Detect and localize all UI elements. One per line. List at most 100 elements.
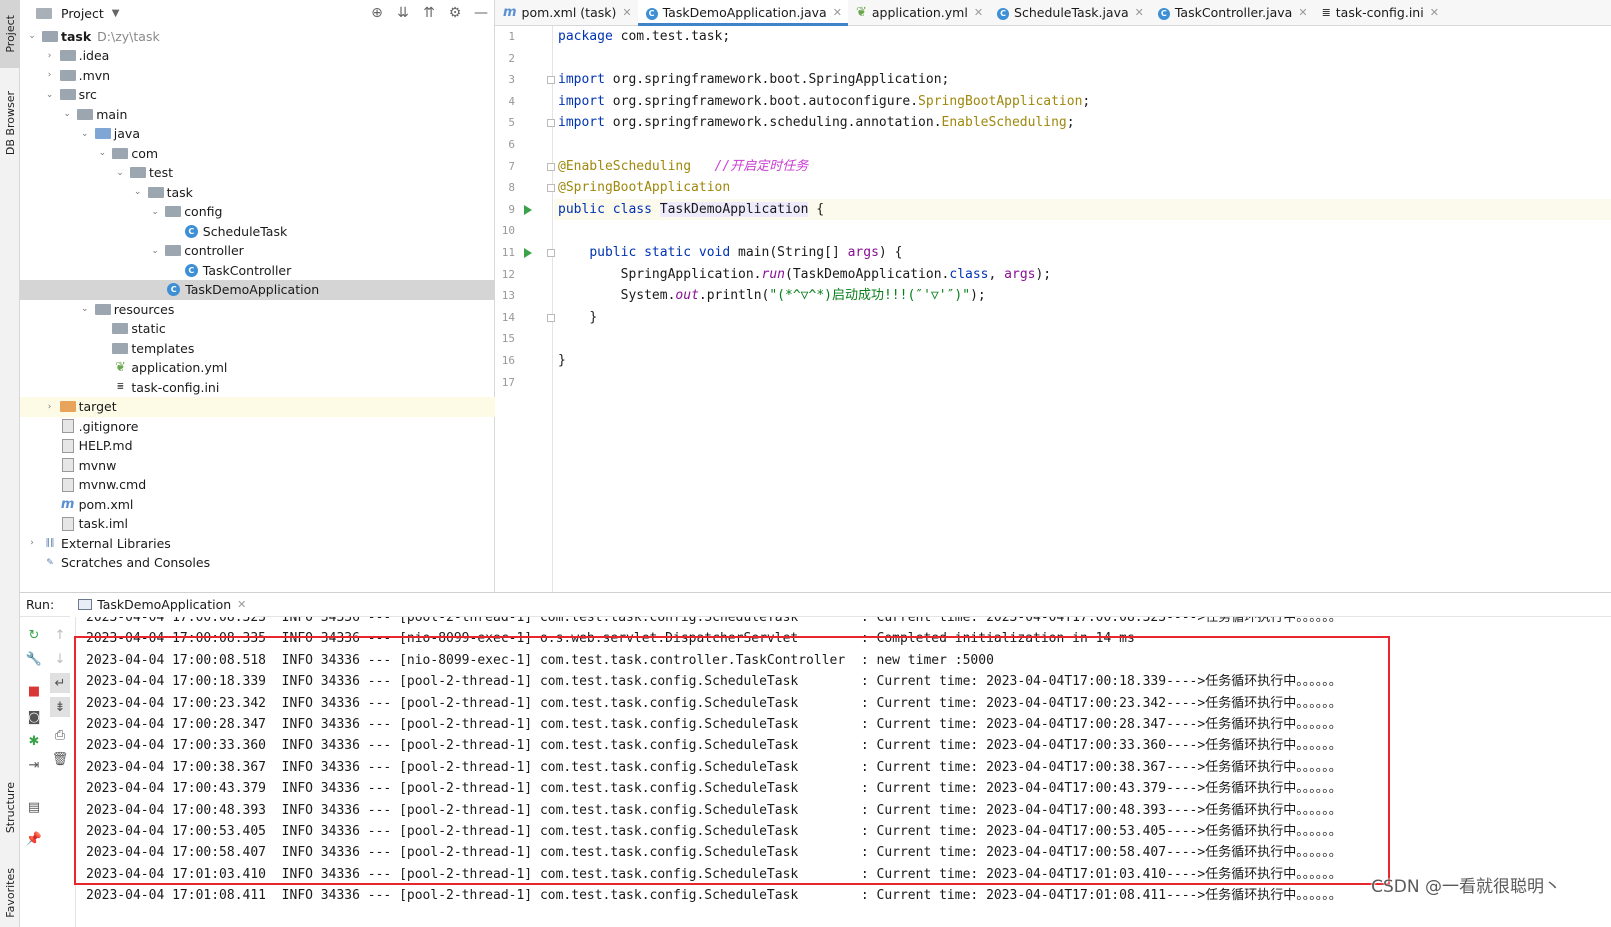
gear-icon[interactable]: ⚙ (442, 5, 468, 21)
chevron-right-icon[interactable]: › (44, 70, 56, 80)
line-number: 14 (501, 310, 515, 324)
editor-tab-label: TaskDemoApplication.java (662, 5, 827, 20)
arrow-up-icon[interactable]: ↑ (50, 625, 70, 645)
structure-tool-window-tab[interactable]: Structure (0, 770, 20, 846)
tree-item[interactable]: › target (20, 396, 495, 417)
db-browser-tool-window-tab[interactable]: DB Browser (0, 78, 20, 168)
tree-item[interactable]: HELP.md (20, 436, 495, 456)
tree-item[interactable]: C ScheduleTask (20, 221, 495, 241)
close-icon[interactable]: ✕ (1135, 6, 1144, 19)
chevron-right-icon[interactable]: › (44, 51, 56, 61)
code-area[interactable]: package com.test.task; import org.spring… (554, 26, 1611, 592)
chevron-down-icon[interactable]: ⌄ (149, 246, 161, 256)
scroll-to-end-icon[interactable]: ⇟ (50, 697, 70, 717)
tree-item[interactable]: ⌄ controller (20, 241, 495, 261)
project-tool-window-tab[interactable]: Project (0, 0, 20, 68)
editor-tab[interactable]: C TaskDemoApplication.java ✕ (637, 0, 849, 26)
tree-item[interactable]: m pom.xml (20, 494, 495, 514)
ini-file-icon: ≣ (116, 382, 125, 392)
code-token: { (808, 201, 825, 217)
close-icon[interactable]: ✕ (833, 6, 842, 19)
close-icon[interactable]: ✕ (237, 598, 246, 611)
editor-tab[interactable]: m pom.xml (task) ✕ (495, 0, 638, 25)
chevron-down-icon[interactable]: ▼ (112, 8, 120, 19)
debug-icon[interactable]: ✱ (24, 731, 44, 751)
tree-item[interactable]: ⌄ resources (20, 299, 495, 319)
project-panel-title[interactable]: Project (61, 6, 104, 21)
chevron-right-icon[interactable]: › (26, 538, 38, 548)
tree-item-label: External Libraries (61, 535, 171, 551)
chevron-down-icon[interactable]: ⌄ (132, 187, 144, 197)
tree-item[interactable]: mvnw (20, 455, 495, 475)
collapse-all-icon[interactable]: ⇈ (416, 5, 442, 21)
chevron-down-icon[interactable]: ⌄ (61, 109, 73, 119)
close-icon[interactable]: ✕ (1298, 6, 1307, 19)
tree-item[interactable]: ⌄ task (20, 182, 495, 202)
tree-item[interactable]: .gitignore (20, 416, 495, 436)
chevron-down-icon[interactable]: ⌄ (44, 90, 56, 100)
run-gutter-icon[interactable] (524, 204, 532, 215)
tree-item[interactable]: ⌄ src (20, 85, 495, 105)
layout-icon[interactable]: ▤ (24, 797, 44, 817)
tree-item[interactable]: ⌄ java (20, 124, 495, 144)
rerun-icon[interactable]: ↻ (24, 625, 44, 645)
tree-item[interactable]: ⌄ com (20, 143, 495, 163)
tree-item[interactable]: ⌄ config (20, 202, 495, 222)
code-token: , (988, 266, 1005, 282)
run-config-tab[interactable]: TaskDemoApplication ✕ (70, 592, 255, 617)
close-icon[interactable]: ✕ (622, 6, 631, 19)
tree-item[interactable]: C TaskDemoApplication (20, 279, 495, 300)
tree-item[interactable]: ⌄ main (20, 104, 495, 124)
tree-item[interactable]: ✎ Scratches and Consoles (20, 553, 495, 573)
tree-item[interactable]: ⌄ task D:\zy\task (20, 26, 495, 46)
close-icon[interactable]: ✕ (974, 6, 983, 19)
arrow-down-icon[interactable]: ↓ (50, 649, 70, 669)
chevron-down-icon[interactable]: ⌄ (79, 129, 91, 139)
spring-yml-icon: ❦ (114, 360, 126, 375)
expand-all-icon[interactable]: ⇊ (390, 5, 416, 21)
code-token: args (1004, 266, 1036, 282)
camera-icon[interactable]: ◙ (24, 707, 44, 727)
tree-item[interactable]: ⌄ test (20, 163, 495, 183)
stop-icon[interactable]: ■ (24, 681, 44, 701)
editor-tab[interactable]: C ScheduleTask.java ✕ (989, 0, 1150, 25)
close-icon[interactable]: ✕ (1430, 6, 1439, 19)
tree-item[interactable]: C TaskController (20, 260, 495, 280)
console-log-line: 2023-04-04 17:01:03.410 INFO 34336 --- [… (86, 866, 1342, 882)
wrench-icon[interactable]: 🔧 (24, 649, 44, 669)
locate-icon[interactable]: ⊕ (364, 5, 390, 21)
chevron-down-icon[interactable]: ⌄ (114, 168, 126, 178)
run-gutter-icon[interactable] (524, 247, 532, 258)
minimize-icon[interactable]: — (468, 5, 494, 21)
editor-tab[interactable]: ❦ application.yml ✕ (848, 0, 989, 25)
tree-item[interactable]: ❦ application.yml (20, 358, 495, 378)
chevron-down-icon[interactable]: ⌄ (96, 148, 108, 158)
chevron-right-icon[interactable]: › (44, 402, 56, 412)
tree-item[interactable]: templates (20, 338, 495, 358)
trash-icon[interactable]: 🗑 (50, 749, 70, 769)
print-icon[interactable]: ⎙ (50, 725, 70, 745)
tree-item[interactable]: ≣ task-config.ini (20, 377, 495, 397)
editor-tab[interactable]: ≣ task-config.ini ✕ (1314, 0, 1445, 25)
line-number: 6 (508, 138, 515, 151)
tree-item[interactable]: › ‖‖ External Libraries (20, 533, 495, 553)
code-token: ; (1066, 115, 1075, 131)
tree-item[interactable]: › .idea (20, 46, 495, 66)
editor-tab[interactable]: C TaskController.java ✕ (1150, 0, 1314, 25)
tree-item[interactable]: › .mvn (20, 65, 495, 85)
chevron-down-icon[interactable]: ⌄ (79, 304, 91, 314)
tree-item[interactable]: static (20, 319, 495, 339)
favorites-tool-window-tab[interactable]: Favorites (0, 858, 20, 927)
tree-item[interactable]: mvnw.cmd (20, 475, 495, 495)
code-line: @SpringBootApplication (554, 177, 1611, 199)
chevron-down-icon[interactable]: ⌄ (26, 31, 38, 41)
exit-icon[interactable]: ⇥ (24, 755, 44, 775)
code-token: class (949, 266, 989, 282)
tree-item-label: TaskController (202, 262, 292, 278)
pin-icon[interactable]: 📌 (24, 829, 44, 849)
chevron-down-icon[interactable]: ⌄ (149, 207, 161, 217)
tree-item[interactable]: task.iml (20, 514, 495, 534)
soft-wrap-icon[interactable]: ↵ (50, 673, 70, 693)
code-token: System. (620, 288, 676, 304)
folder-icon (59, 50, 76, 61)
